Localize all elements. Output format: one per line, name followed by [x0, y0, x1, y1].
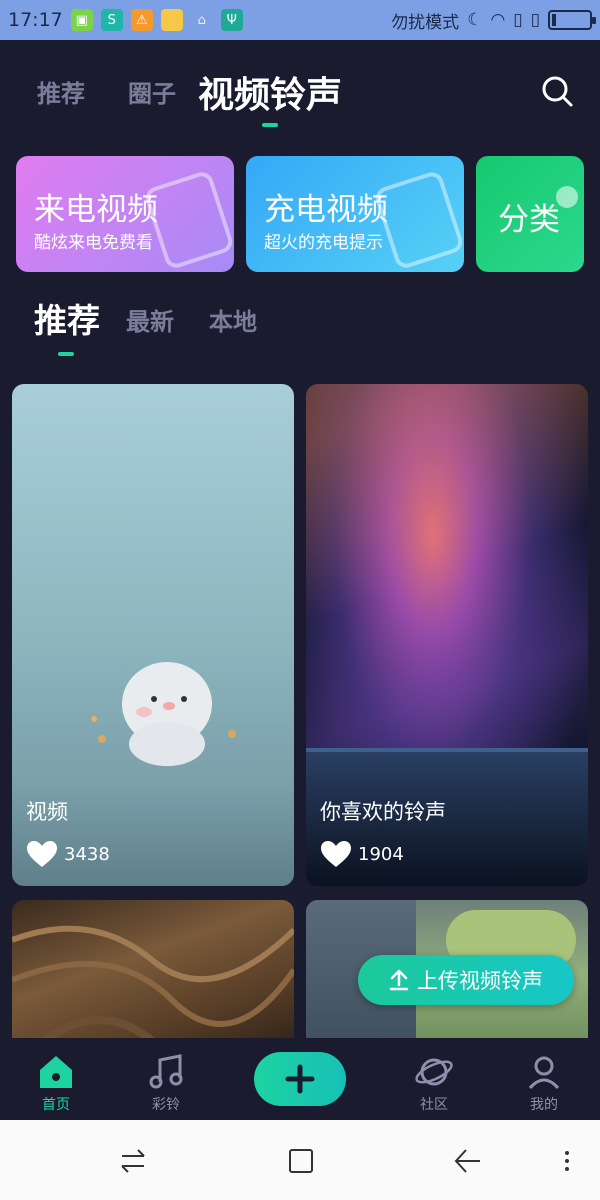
feature-cards: 来电视频 酷炫来电免费看 充电视频 超火的充电提示 分类: [0, 156, 600, 274]
subtab-recommend[interactable]: 推荐: [34, 294, 100, 342]
back-icon[interactable]: [452, 1146, 482, 1176]
subtab-latest[interactable]: 最新: [126, 302, 174, 337]
subtab-local[interactable]: 本地: [209, 302, 257, 337]
search-icon[interactable]: [540, 74, 574, 108]
nav-label: 彩铃: [152, 1097, 180, 1113]
dnd-label: 勿扰模式: [391, 12, 460, 33]
user-icon: [528, 1056, 560, 1090]
app-store-icon: ▣: [70, 9, 93, 31]
like-count-value: 1904: [358, 843, 404, 865]
nav-label: 首页: [42, 1097, 70, 1113]
video-title: 你喜欢的铃声: [320, 800, 446, 824]
app-s-icon: S: [100, 9, 123, 31]
incoming-call-video-card[interactable]: 来电视频 酷炫来电免费看: [16, 156, 234, 272]
upload-video-ringtone-button[interactable]: 上传视频铃声: [358, 955, 574, 1005]
heart-icon[interactable]: [26, 840, 58, 868]
video-card[interactable]: 你喜欢的铃声 1904: [306, 384, 588, 886]
feature-card-subtitle: 超火的充电提示: [264, 233, 383, 253]
top-tabs: 推荐 圈子 视频铃声: [0, 40, 600, 140]
brush-icon: ⌂: [197, 12, 206, 28]
nav-label: 我的: [530, 1097, 558, 1113]
home-icon: [40, 1056, 72, 1088]
hair-thumbnail: [12, 925, 294, 1050]
nav-community[interactable]: 社区: [394, 1052, 474, 1114]
upload-button-label: 上传视频铃声: [417, 969, 543, 993]
wifi-icon: ◠: [490, 10, 506, 30]
feature-card-title: 来电视频: [34, 192, 158, 228]
tab-recommend[interactable]: 推荐: [37, 74, 85, 109]
cute-animal-thumbnail: [91, 662, 236, 766]
sub-tabs: 推荐 最新 本地: [0, 290, 600, 360]
nav-label: 社区: [420, 1097, 448, 1113]
like-count: 3438: [26, 840, 110, 868]
subtab-indicator: [58, 352, 74, 356]
nav-home[interactable]: 首页: [16, 1052, 96, 1114]
switch-apps-icon[interactable]: [118, 1146, 148, 1176]
category-decoration-icon: [556, 186, 578, 208]
music-note-icon: [149, 1054, 183, 1089]
plus-icon: [285, 1064, 315, 1094]
warning-icon: ⚠: [130, 9, 153, 31]
planet-icon: [415, 1058, 453, 1086]
like-count-value: 3438: [64, 843, 110, 865]
feature-card-subtitle: 酷炫来电免费看: [34, 233, 153, 253]
home-button-icon[interactable]: [286, 1146, 316, 1176]
tab-video-ringtone[interactable]: 视频铃声: [198, 66, 342, 118]
nav-add-button[interactable]: [254, 1052, 346, 1106]
tab-circle[interactable]: 圈子: [128, 74, 176, 109]
upload-icon: [389, 969, 409, 991]
category-card[interactable]: 分类: [476, 156, 584, 272]
like-count: 1904: [320, 840, 404, 868]
status-time: 17:17: [8, 9, 63, 31]
status-bar: 17:17 ▣ S ⚠ ⌂ Ψ 勿扰模式 ☾ ◠ ▯ ▯: [0, 0, 600, 40]
signal-icon-2: ▯: [530, 10, 540, 30]
heart-icon[interactable]: [320, 840, 352, 868]
video-card[interactable]: [12, 900, 294, 1050]
moon-icon: ☾: [467, 10, 483, 30]
system-nav-bar: [0, 1120, 600, 1200]
usb-icon: Ψ: [220, 9, 243, 31]
feature-card-title: 分类: [498, 202, 560, 238]
charging-video-card[interactable]: 充电视频 超火的充电提示: [246, 156, 464, 272]
tab-indicator: [262, 123, 278, 127]
nav-profile[interactable]: 我的: [504, 1052, 584, 1114]
feature-card-title: 充电视频: [264, 192, 388, 228]
more-icon[interactable]: [552, 1146, 582, 1176]
signal-icon: ▯: [513, 10, 523, 30]
video-card[interactable]: 视频 3438: [12, 384, 294, 886]
video-title: 视频: [26, 800, 68, 824]
folder-icon: [160, 9, 183, 31]
battery-icon: [548, 10, 596, 30]
nav-ringback[interactable]: 彩铃: [126, 1052, 206, 1114]
bottom-nav: 首页 彩铃 社区 我的: [0, 1038, 600, 1120]
